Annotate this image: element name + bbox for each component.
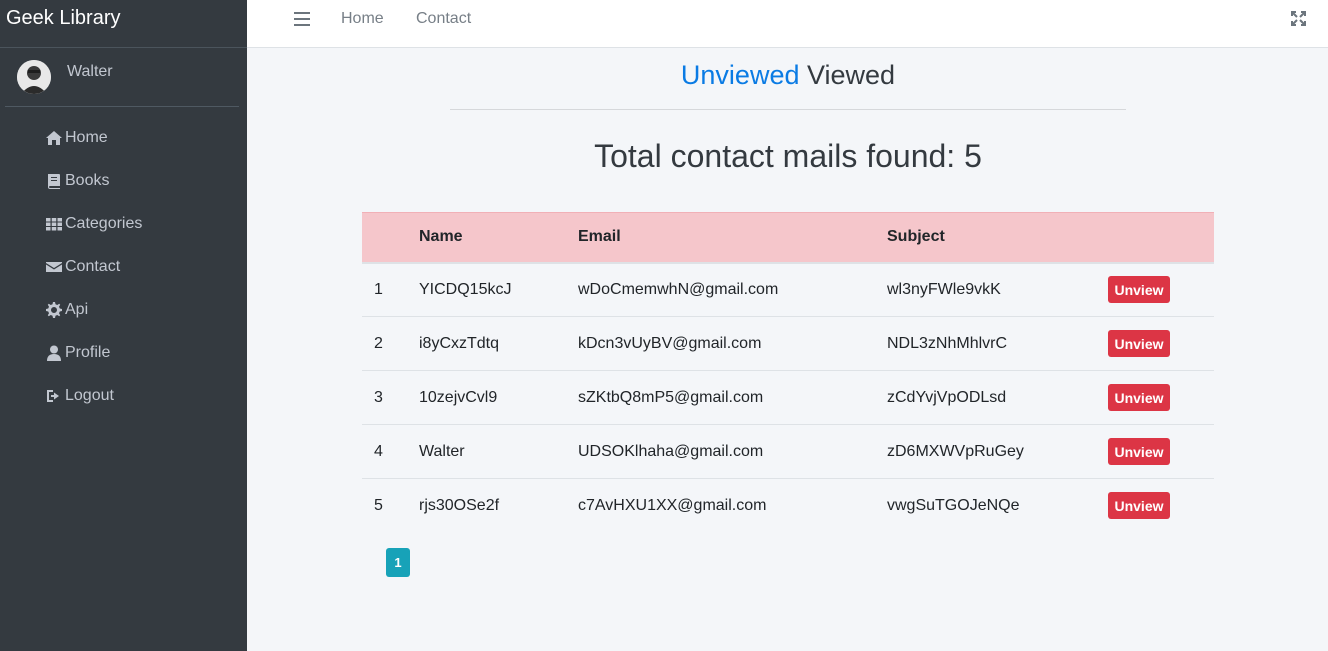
row-email: wDoCmemwhN@gmail.com bbox=[578, 280, 779, 298]
row-number: 5 bbox=[374, 496, 383, 514]
column-header-name: Name bbox=[419, 228, 463, 246]
sidebar-item-label: Api bbox=[65, 300, 89, 318]
row-email: sZKtbQ8mP5@gmail.com bbox=[578, 388, 764, 406]
user-icon bbox=[45, 345, 62, 361]
row-subject: vwgSuTGOJeNQe bbox=[887, 496, 1020, 514]
view-tabs: Unviewed Viewed bbox=[450, 60, 1126, 110]
contact-mails-table: Name Email Subject 1 YICDQ15kcJ wDoCmemw… bbox=[362, 212, 1214, 533]
table-row: 2 i8yCxzTdtq kDcn3vUyBV@gmail.com NDL3zN… bbox=[362, 317, 1214, 371]
row-subject: zCdYvjVpODLsd bbox=[887, 388, 1007, 406]
sidebar-item-label: Logout bbox=[65, 386, 114, 404]
fullscreen-icon[interactable] bbox=[1291, 11, 1306, 26]
column-header-subject: Subject bbox=[887, 228, 945, 246]
column-header-email: Email bbox=[578, 228, 621, 246]
envelope-icon bbox=[45, 259, 62, 275]
topnav-home-link[interactable]: Home bbox=[341, 10, 384, 28]
column-header-number bbox=[362, 213, 419, 263]
table-header-row: Name Email Subject bbox=[362, 212, 1214, 263]
table-row: 3 10zejvCvl9 sZKtbQ8mP5@gmail.com zCdYvj… bbox=[362, 371, 1214, 425]
row-name: 10zejvCvl9 bbox=[419, 388, 498, 406]
page-title: Total contact mails found: 5 bbox=[594, 138, 982, 174]
sidebar-item-categories[interactable]: Categories bbox=[0, 202, 247, 245]
unview-button[interactable]: Unview bbox=[1108, 384, 1170, 411]
top-navbar: Home Contact bbox=[247, 0, 1328, 48]
sidebar-item-api[interactable]: Api bbox=[0, 288, 247, 331]
row-subject: NDL3zNhMhlvrC bbox=[887, 334, 1008, 352]
book-icon bbox=[45, 173, 62, 189]
row-email: UDSOKlhaha@gmail.com bbox=[578, 442, 764, 460]
tab-viewed[interactable]: Viewed bbox=[807, 60, 895, 90]
row-name: YICDQ15kcJ bbox=[419, 280, 512, 298]
row-number: 1 bbox=[374, 280, 383, 298]
row-name: rjs30OSe2f bbox=[419, 496, 500, 514]
pagination-page-button[interactable]: 1 bbox=[386, 548, 410, 577]
user-panel: Walter bbox=[5, 48, 239, 107]
row-number: 4 bbox=[374, 442, 383, 460]
sign-out-icon bbox=[45, 388, 62, 404]
table-row: 5 rjs30OSe2f c7AvHXU1XX@gmail.com vwgSuT… bbox=[362, 479, 1214, 533]
brand-title[interactable]: Geek Library bbox=[6, 7, 121, 29]
row-email: kDcn3vUyBV@gmail.com bbox=[578, 334, 762, 352]
column-header-action bbox=[1108, 213, 1214, 263]
row-number: 2 bbox=[374, 334, 383, 352]
tab-unviewed[interactable]: Unviewed bbox=[681, 60, 800, 90]
unview-button[interactable]: Unview bbox=[1108, 492, 1170, 520]
sidebar-item-label: Contact bbox=[65, 257, 121, 275]
row-email: c7AvHXU1XX@gmail.com bbox=[578, 496, 767, 514]
sidebar-item-label: Categories bbox=[65, 214, 143, 232]
grid-icon bbox=[45, 216, 62, 232]
row-subject: wl3nyFWle9vkK bbox=[887, 280, 1001, 298]
brand[interactable]: Geek Library bbox=[0, 0, 247, 48]
sidebar-item-label: Profile bbox=[65, 343, 111, 361]
row-subject: zD6MXWVpRuGey bbox=[887, 442, 1024, 460]
row-name: i8yCxzTdtq bbox=[419, 334, 500, 352]
topnav-contact-link[interactable]: Contact bbox=[416, 10, 471, 28]
sidebar-item-label: Books bbox=[65, 171, 110, 189]
row-name: Walter bbox=[419, 442, 465, 460]
sidebar-item-books[interactable]: Books bbox=[0, 159, 247, 202]
sidebar: Geek Library Walter Home Books Categorie… bbox=[0, 0, 247, 651]
unview-button[interactable]: Unview bbox=[1108, 276, 1170, 304]
row-number: 3 bbox=[374, 388, 383, 406]
sidebar-item-home[interactable]: Home bbox=[0, 116, 247, 159]
unview-button[interactable]: Unview bbox=[1108, 438, 1170, 465]
menu-toggle-icon[interactable] bbox=[294, 12, 310, 28]
sidebar-nav: Home Books Categories Contact Api Profil… bbox=[0, 116, 247, 417]
home-icon bbox=[45, 130, 62, 146]
gear-icon bbox=[45, 301, 62, 318]
sidebar-item-logout[interactable]: Logout bbox=[0, 374, 247, 417]
avatar[interactable] bbox=[17, 60, 51, 94]
sidebar-item-label: Home bbox=[65, 128, 108, 146]
sidebar-item-profile[interactable]: Profile bbox=[0, 331, 247, 374]
table-row: 1 YICDQ15kcJ wDoCmemwhN@gmail.com wl3nyF… bbox=[362, 263, 1214, 317]
table-row: 4 Walter UDSOKlhaha@gmail.com zD6MXWVpRu… bbox=[362, 425, 1214, 479]
user-name[interactable]: Walter bbox=[67, 63, 113, 81]
unview-button[interactable]: Unview bbox=[1108, 330, 1170, 357]
sidebar-item-contact[interactable]: Contact bbox=[0, 245, 247, 288]
